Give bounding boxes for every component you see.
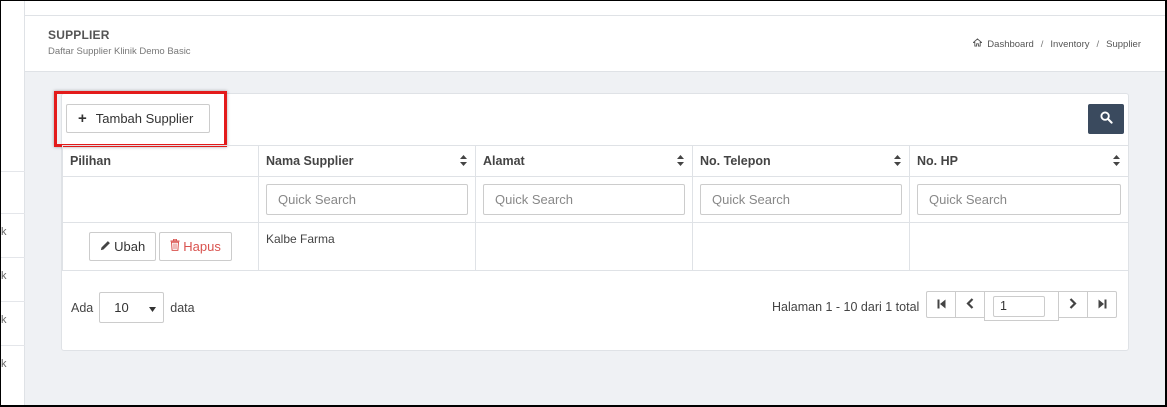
quick-search-alamat-input[interactable] — [483, 184, 685, 215]
filter-cell — [909, 176, 1129, 223]
sort-icon[interactable] — [1113, 155, 1120, 169]
last-page-button[interactable] — [1087, 291, 1117, 318]
page-size-value: 10 — [114, 300, 129, 315]
table-header-row: Pilihan Nama Supplier Alamat No. Telepon… — [62, 145, 1129, 177]
first-page-icon — [937, 297, 946, 312]
breadcrumb: Dashboard / Inventory / Supplier — [972, 38, 1141, 50]
filter-cell — [62, 176, 259, 223]
page-size-suffix: data — [170, 300, 195, 315]
delete-button[interactable]: Hapus — [159, 232, 232, 261]
page-header: SUPPLIER Daftar Supplier Klinik Demo Bas… — [25, 16, 1165, 72]
sidebar-item[interactable]: k — [1, 257, 25, 301]
column-header-no-telepon[interactable]: No. Telepon — [692, 145, 910, 177]
sidebar-item[interactable]: k — [1, 345, 25, 389]
actions-cell: Ubah Hapus — [62, 222, 259, 271]
breadcrumb-supplier: Supplier — [1106, 38, 1141, 50]
page-input-wrapper — [984, 291, 1059, 321]
quick-search-telepon-input[interactable] — [700, 184, 902, 215]
cell-no-hp — [909, 222, 1129, 271]
sort-icon[interactable] — [677, 155, 684, 169]
sort-icon[interactable] — [460, 155, 467, 169]
breadcrumb-dashboard[interactable]: Dashboard — [987, 39, 1033, 50]
pencil-icon — [100, 239, 111, 254]
page-size-prefix: Ada — [71, 300, 94, 315]
edit-button[interactable]: Ubah — [89, 232, 157, 261]
sidebar-item-label: k — [1, 226, 7, 238]
first-page-button[interactable] — [926, 291, 956, 318]
plus-icon: + — [78, 110, 87, 127]
next-page-button[interactable] — [1058, 291, 1088, 318]
delete-label: Hapus — [183, 239, 221, 254]
caret-down-icon — [149, 300, 157, 315]
breadcrumb-separator: / — [1096, 38, 1100, 50]
column-header-pilihan: Pilihan — [62, 145, 259, 177]
page-info: Halaman 1 - 10 dari 1 total — [772, 300, 920, 314]
quick-search-nama-input[interactable] — [266, 184, 468, 215]
page-subtitle: Daftar Supplier Klinik Demo Basic — [48, 46, 191, 57]
search-icon — [1099, 111, 1113, 127]
filter-cell — [692, 176, 910, 223]
home-icon — [972, 38, 984, 50]
cell-alamat — [475, 222, 693, 271]
quick-search-hp-input[interactable] — [917, 184, 1121, 215]
sidebar-item[interactable] — [1, 171, 25, 215]
breadcrumb-separator: / — [1040, 38, 1044, 50]
cell-nama-supplier: Kalbe Farma — [258, 222, 476, 271]
filter-row — [62, 176, 1129, 223]
prev-page-button[interactable] — [955, 291, 985, 318]
last-page-icon — [1098, 297, 1107, 312]
column-header-no-hp[interactable]: No. HP — [909, 145, 1129, 177]
edit-label: Ubah — [114, 239, 146, 254]
add-supplier-label: Tambah Supplier — [95, 111, 194, 126]
add-supplier-button[interactable]: + Tambah Supplier — [66, 104, 210, 133]
chevron-right-icon — [1069, 297, 1077, 312]
search-button[interactable] — [1088, 104, 1124, 134]
chevron-left-icon — [966, 297, 974, 312]
column-header-nama-supplier[interactable]: Nama Supplier — [258, 145, 476, 177]
sidebar-item-label: k — [1, 314, 7, 326]
cell-no-telepon — [692, 222, 910, 271]
sort-icon[interactable] — [894, 155, 901, 169]
sidebar-item[interactable]: k — [1, 301, 25, 345]
filter-cell — [258, 176, 476, 223]
sidebar-item[interactable]: k — [1, 213, 25, 257]
pagination — [926, 291, 1117, 321]
column-header-alamat[interactable]: Alamat — [475, 145, 693, 177]
sidebar-item-label: k — [1, 358, 7, 370]
page-size-control: Ada 10 data — [71, 292, 195, 323]
table-row: Ubah Hapus Kalbe Farma — [62, 222, 1129, 271]
top-bar — [1, 1, 1165, 16]
sidebar-item-label: k — [1, 270, 7, 282]
trash-icon — [170, 238, 180, 254]
filter-cell — [475, 176, 693, 223]
supplier-table: Pilihan Nama Supplier Alamat No. Telepon… — [62, 145, 1129, 271]
page-title: SUPPLIER — [48, 28, 110, 42]
page-size-select[interactable]: 10 — [99, 292, 165, 323]
sidebar: k k k k — [1, 1, 25, 405]
breadcrumb-inventory[interactable]: Inventory — [1050, 39, 1089, 50]
page-number-input[interactable] — [993, 295, 1045, 317]
